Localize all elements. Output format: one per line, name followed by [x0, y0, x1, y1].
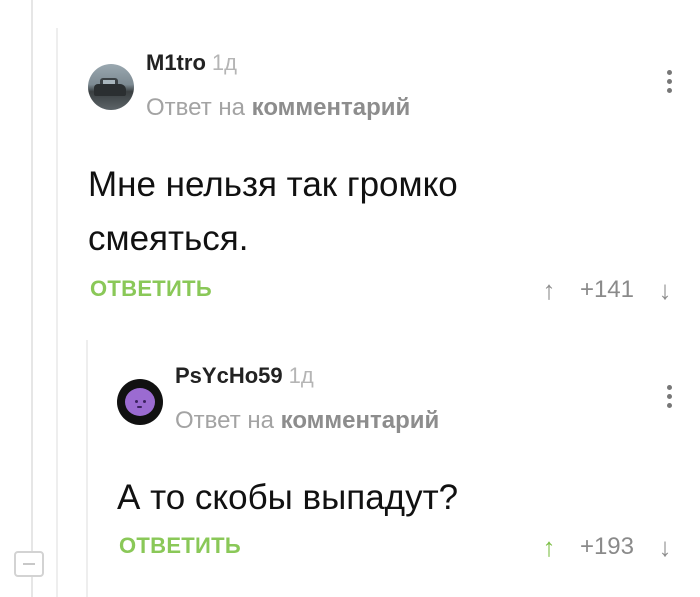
reply-prefix: Ответ на	[146, 94, 245, 121]
username[interactable]: M1tro	[146, 50, 206, 75]
thread-line-level-1	[56, 28, 58, 597]
timestamp: 1д	[288, 363, 314, 388]
reply-to-link[interactable]: Ответ на комментарий	[175, 407, 439, 435]
thread-line-level-2	[86, 340, 88, 597]
comment-header: M1tro 1д	[146, 50, 237, 76]
reply-target[interactable]: комментарий	[281, 407, 440, 434]
comment-text: А то скобы выпадут?	[117, 478, 459, 517]
vote-controls: ↑ +193 ↓	[536, 531, 678, 563]
upvote-arrow-icon[interactable]: ↑	[536, 275, 562, 306]
comment-header: PsYcHo59 1д	[175, 363, 314, 389]
rating-count: +141	[579, 276, 634, 303]
comment-actions: ОТВЕТИТЬ ↑ +193 ↓	[117, 531, 678, 563]
upvote-arrow-icon[interactable]: ↑	[536, 532, 562, 563]
reply-button[interactable]: ОТВЕТИТЬ	[119, 533, 241, 559]
username[interactable]: PsYcHo59	[175, 363, 283, 388]
reply-button[interactable]: ОТВЕТИТЬ	[90, 276, 212, 302]
more-options-icon[interactable]	[664, 70, 674, 100]
reply-to-link[interactable]: Ответ на комментарий	[146, 94, 410, 122]
vote-controls: ↑ +141 ↓	[536, 274, 678, 306]
reply-prefix: Ответ на	[175, 407, 274, 434]
rating-count: +193	[579, 533, 634, 560]
comment-text: Мне нельзя так громко смеяться.	[88, 165, 458, 258]
collapse-thread-button[interactable]	[14, 551, 44, 577]
downvote-arrow-icon[interactable]: ↓	[652, 532, 678, 563]
avatar[interactable]	[117, 379, 163, 425]
more-options-icon[interactable]	[664, 385, 674, 415]
avatar[interactable]	[88, 64, 134, 110]
thread-line-outer	[31, 0, 33, 597]
minus-icon	[23, 563, 35, 565]
timestamp: 1д	[211, 50, 237, 75]
downvote-arrow-icon[interactable]: ↓	[652, 275, 678, 306]
comment-actions: ОТВЕТИТЬ ↑ +141 ↓	[88, 274, 678, 306]
reply-target[interactable]: комментарий	[252, 94, 411, 121]
